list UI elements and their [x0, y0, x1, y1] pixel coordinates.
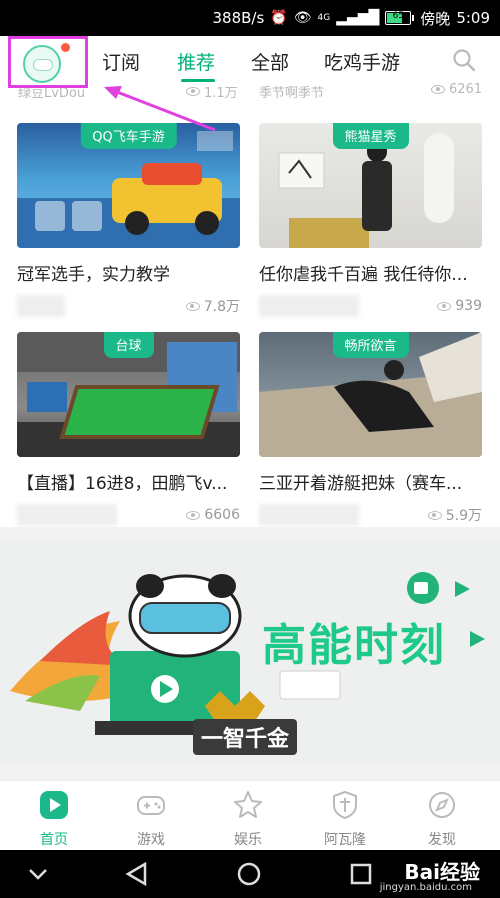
view-count-value: 939: [455, 298, 482, 314]
streamer-name-blurred: [17, 504, 117, 526]
bottom-nav: 首页 游戏 娱乐 阿瓦隆 发现: [0, 780, 500, 850]
view-count-value: 7.8万: [203, 299, 240, 315]
bottom-nav-games[interactable]: 游戏: [111, 789, 191, 849]
compass-icon: [429, 792, 455, 818]
status-bar: 388B/s ⏰ 👁 4G ▂▄▆█ 65 傍晚 5:09: [0, 0, 500, 36]
banner-title: 高能时刻: [262, 620, 446, 671]
signal-icon: ▂▄▆█: [336, 10, 380, 26]
tab-all[interactable]: 全部: [251, 48, 289, 75]
star-icon: [234, 791, 262, 818]
home-play-icon: [40, 791, 68, 819]
system-nav-bar: Bai经验 jingyan.baidu.com: [0, 850, 500, 898]
bottom-nav-label: 娱乐: [234, 832, 262, 848]
stream-thumbnail[interactable]: QQ飞车手游: [17, 123, 240, 248]
partial-streamer-name-right: 季节啊季节: [259, 86, 325, 101]
back-icon[interactable]: [125, 861, 147, 887]
shield-icon: [333, 790, 357, 820]
banner-badge: 一智千金: [193, 719, 298, 755]
view-count-value: 5.9万: [445, 508, 482, 524]
eye-comfort-icon: 👁: [293, 10, 312, 26]
view-count-value: 6606: [204, 507, 240, 523]
stream-title[interactable]: 【直播】16进8，田鹏飞v...: [17, 469, 240, 494]
partial-views-left-count: 1.1万: [204, 86, 238, 101]
stream-card[interactable]: 畅所欲言 三亚开着游艇把妹（赛车... 5.9万: [259, 332, 482, 526]
partial-views-left: 1.1万: [186, 82, 238, 101]
alarm-icon: ⏰: [270, 10, 288, 26]
notification-dot: [61, 43, 70, 52]
bottom-nav-discover[interactable]: 发现: [402, 789, 482, 849]
stream-card[interactable]: 熊猫星秀 任你虐我千百遍 我任待你... 939: [259, 123, 482, 317]
bottom-nav-label: 阿瓦隆: [324, 832, 366, 848]
partial-views-right: 6261: [431, 82, 482, 97]
streamer-name-blurred: [259, 295, 359, 317]
eye-icon: [186, 87, 200, 96]
battery-level: 65: [392, 11, 405, 21]
stream-title[interactable]: 任你虐我千百遍 我任待你...: [259, 260, 482, 285]
avatar[interactable]: [23, 45, 61, 83]
view-count: 5.9万: [427, 505, 482, 525]
network-type: 4G: [317, 13, 331, 23]
bottom-nav-label: 游戏: [137, 832, 165, 848]
stream-thumbnail[interactable]: 畅所欲言: [259, 332, 482, 457]
search-icon[interactable]: [452, 48, 476, 72]
stream-title[interactable]: 三亚开着游艇把妹（赛车...: [259, 469, 482, 494]
bottom-nav-label: 首页: [40, 832, 68, 848]
eye-icon: [185, 301, 200, 311]
status-label: 傍晚: [420, 9, 451, 28]
tab-subscribe[interactable]: 订阅: [102, 48, 140, 75]
network-speed: 388B/s: [212, 9, 265, 27]
stream-card[interactable]: QQ飞车手游 冠军选手，实力教学 7.8万: [17, 123, 240, 317]
bottom-nav-home[interactable]: 首页: [14, 789, 94, 849]
home-icon[interactable]: [237, 862, 261, 886]
top-nav: 订阅 推荐 全部 吃鸡手游: [0, 36, 500, 88]
recent-apps-icon[interactable]: [350, 863, 372, 885]
bottom-nav-avalon[interactable]: 阿瓦隆: [305, 789, 385, 849]
collapse-icon[interactable]: [29, 869, 47, 880]
category-tag: 台球: [103, 332, 154, 358]
category-tag: 畅所欲言: [332, 332, 409, 358]
category-tag: 熊猫星秀: [332, 123, 409, 149]
stream-thumbnail[interactable]: 台球: [17, 332, 240, 457]
gamepad-icon: [137, 796, 165, 815]
eye-icon: [427, 510, 442, 520]
eye-icon: [431, 85, 445, 94]
watermark-url: jingyan.baidu.com: [379, 882, 472, 893]
avatar-highlight-box[interactable]: [8, 36, 88, 88]
watermark-logo: Bai经验: [404, 860, 480, 884]
bottom-nav-entertainment[interactable]: 娱乐: [208, 789, 288, 849]
stream-title[interactable]: 冠军选手，实力教学: [17, 260, 240, 285]
clock: 5:09: [456, 9, 490, 27]
view-count: 7.8万: [185, 296, 240, 316]
tab-pubg-mobile[interactable]: 吃鸡手游: [324, 48, 400, 75]
section-divider: [0, 766, 500, 780]
partial-views-right-count: 6261: [449, 82, 483, 97]
view-count: 6606: [186, 507, 240, 523]
promo-banner[interactable]: 高能时刻 一智千金: [0, 541, 500, 766]
eye-icon: [186, 510, 201, 520]
streamer-name-blurred: [259, 504, 359, 526]
stream-thumbnail[interactable]: 熊猫星秀: [259, 123, 482, 248]
section-divider: [0, 527, 500, 541]
tab-recommend[interactable]: 推荐: [177, 48, 215, 75]
streamer-name-blurred: [17, 295, 65, 317]
battery-icon: 65: [385, 11, 415, 25]
bottom-nav-label: 发现: [428, 832, 456, 848]
eye-icon: [437, 301, 452, 311]
view-count: 939: [437, 298, 482, 314]
stream-card[interactable]: 台球 【直播】16进8，田鹏飞v... 6606: [17, 332, 240, 526]
category-tag: QQ飞车手游: [80, 123, 177, 149]
